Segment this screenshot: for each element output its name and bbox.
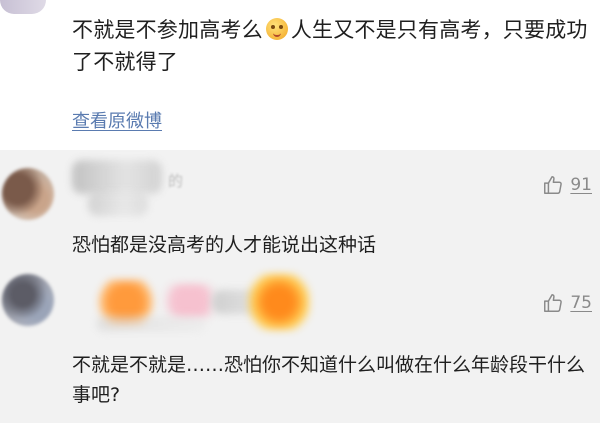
yum-face-emoji-icon bbox=[265, 18, 288, 40]
commenter-avatar[interactable] bbox=[2, 168, 54, 220]
thumbs-up-icon bbox=[544, 294, 563, 312]
post-text-part1: 不就是不参加高考么 bbox=[72, 18, 263, 42]
commenter-avatar[interactable] bbox=[2, 274, 54, 326]
comment-text: 恐怕都是没高考的人才能说出这种话 bbox=[72, 234, 377, 256]
blurred-username bbox=[72, 160, 162, 194]
thumbs-up-icon bbox=[544, 176, 563, 194]
comment-item: 的 91 恐怕都是没高考的人才能说出这种话 bbox=[0, 152, 600, 270]
view-original-weibo-link[interactable]: 查看原微博 bbox=[72, 107, 162, 133]
blurred-username-secondary bbox=[96, 316, 206, 332]
like-button[interactable]: 91 bbox=[542, 174, 592, 196]
like-count: 91 bbox=[570, 175, 592, 195]
post-text: 不就是不参加高考么 人生又不是只有高考，只要成功了不就得了 bbox=[72, 14, 592, 78]
comment-item: 75 不就是不就是……恐怕你不知道什么叫做在什么年龄段干什么事吧? bbox=[0, 268, 600, 423]
blurred-username-segment bbox=[160, 284, 220, 318]
blurred-username-segment bbox=[248, 274, 310, 330]
avatar bbox=[0, 0, 46, 14]
blurred-username-secondary bbox=[88, 192, 148, 216]
like-button[interactable]: 75 bbox=[542, 292, 592, 314]
comment-text: 不就是不就是……恐怕你不知道什么叫做在什么年龄段干什么事吧? bbox=[72, 354, 586, 406]
like-count: 75 bbox=[570, 293, 592, 313]
post-card: 不就是不参加高考么 人生又不是只有高考，只要成功了不就得了 查看原微博 bbox=[0, 0, 600, 150]
username-visible-suffix: 的 bbox=[168, 172, 184, 190]
